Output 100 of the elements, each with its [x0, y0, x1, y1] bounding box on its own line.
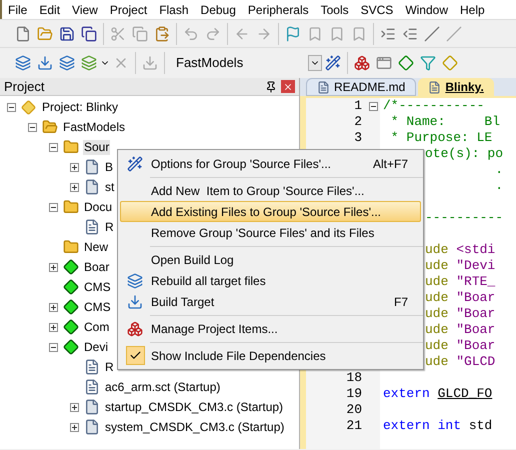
code-line: ---------- — [425, 210, 504, 226]
tree-item[interactable]: ac6_arm.sct (Startup) — [104, 380, 222, 394]
menu-item[interactable]: SVCS — [354, 0, 400, 18]
expand-toggle[interactable] — [49, 302, 58, 312]
code-line: . — [494, 178, 504, 194]
tree-item[interactable]: system_CMSDK_CM3.c (Startup) — [104, 420, 286, 434]
tree-item[interactable]: R — [104, 360, 115, 374]
folder-icon — [63, 139, 79, 155]
folder-icon — [63, 199, 79, 215]
unindent-icon[interactable] — [402, 26, 418, 42]
open-folder-icon[interactable] — [37, 26, 53, 42]
expand-toggle[interactable] — [70, 182, 79, 192]
collapse-toggle[interactable] — [49, 342, 58, 352]
save-icon[interactable] — [59, 26, 75, 42]
code-line: ote(s): po — [425, 146, 504, 162]
file-icon — [84, 419, 100, 435]
editor-tab[interactable]: Blinky. — [418, 78, 494, 96]
new-file-icon[interactable] — [15, 26, 31, 42]
file-icon — [317, 80, 330, 94]
component-icon — [63, 339, 79, 355]
editor-tab[interactable]: README.md — [306, 78, 416, 96]
code-line: ude "Devi — [425, 258, 496, 274]
code-line: * Purpose: LE — [390, 130, 492, 146]
code-line: . — [494, 162, 504, 178]
save-all-icon[interactable] — [81, 26, 97, 42]
flag-icon[interactable] — [285, 26, 301, 42]
windows-icon[interactable] — [376, 55, 392, 71]
code-line: ude "Boar — [425, 290, 496, 306]
tree-item[interactable]: CMS — [83, 280, 112, 294]
menu-item[interactable]: Options for Group 'Source Files'... Alt+F7 — [120, 153, 421, 174]
menu-item[interactable]: Flash — [153, 0, 195, 18]
folder-icon — [63, 239, 79, 255]
expand-toggle[interactable] — [70, 422, 79, 432]
menu-item[interactable]: View — [66, 0, 104, 18]
tree-item[interactable]: FastModels — [62, 120, 126, 134]
tree-item[interactable]: R — [104, 220, 115, 234]
tree-item[interactable]: CMS — [83, 300, 112, 314]
tree-item[interactable]: Docu — [83, 200, 114, 214]
line-number: 19 — [346, 386, 362, 401]
close-icon[interactable] — [281, 80, 295, 93]
code-line: /*----------- — [382, 98, 484, 114]
tree-item[interactable]: Devi — [83, 340, 110, 354]
collapse-toggle[interactable] — [49, 202, 58, 212]
tree-item[interactable]: New — [83, 240, 110, 254]
menu-item[interactable]: Edit — [33, 0, 66, 18]
tree-item[interactable]: Com — [83, 320, 110, 334]
tree-item[interactable]: Project: Blinky — [41, 100, 120, 114]
menu-item[interactable]: Add Existing Files to Group 'Source Files'... — [120, 201, 421, 222]
code-line: extern GLCD_FO — [382, 386, 492, 402]
menu-item[interactable]: Peripherals — [242, 0, 315, 18]
wand-icon[interactable] — [325, 55, 341, 71]
document-icon — [84, 359, 100, 375]
menu-item[interactable]: Manage Project Items... — [120, 318, 421, 339]
tree-item[interactable]: Sour — [83, 140, 110, 154]
blocks-icon — [127, 320, 143, 336]
paste-icon[interactable] — [154, 26, 170, 42]
line-number: 2 — [354, 114, 362, 129]
collapse-toggle[interactable] — [28, 122, 37, 132]
expand-toggle[interactable] — [49, 262, 58, 272]
menu-item[interactable]: File — [2, 0, 34, 18]
file-icon — [84, 159, 100, 175]
code-line: ude "Boar — [425, 322, 496, 338]
fold-toggle[interactable] — [368, 102, 378, 110]
expand-toggle[interactable] — [49, 322, 58, 332]
blocks-icon[interactable] — [354, 55, 370, 71]
code-line: ude <stdi — [425, 242, 496, 258]
menu-item[interactable]: Help — [454, 0, 491, 18]
code-line: ude "Boar — [425, 306, 496, 322]
menu-item[interactable]: Build Target F7 — [120, 291, 421, 312]
line-number: 18 — [346, 370, 362, 385]
tree-item[interactable]: st — [104, 180, 116, 194]
tree-item[interactable]: Boar — [83, 260, 110, 274]
line-number: 1 — [354, 98, 362, 113]
tree-item[interactable]: startup_CMSDK_CM3.c (Startup) — [104, 400, 284, 414]
menu-item[interactable]: Show Include File Dependencies — [120, 345, 421, 366]
document-icon — [84, 219, 100, 235]
menu-item[interactable]: Project — [104, 0, 154, 18]
collapse-toggle[interactable] — [49, 142, 58, 152]
expand-toggle[interactable] — [70, 162, 79, 172]
file-icon — [428, 80, 442, 94]
indent-icon[interactable] — [380, 26, 396, 42]
menu-item[interactable]: Add New Item to Group 'Source Files'... — [120, 180, 421, 201]
menu-item[interactable]: Tools — [314, 0, 355, 18]
component-icon — [63, 279, 79, 295]
component-icon — [63, 259, 79, 275]
pin-icon[interactable] — [265, 80, 277, 92]
folder-icon — [42, 119, 58, 135]
filter-icon[interactable] — [420, 55, 436, 71]
collapse-toggle[interactable] — [7, 102, 16, 112]
file-icon — [84, 179, 100, 195]
tree-item[interactable]: B — [104, 160, 114, 174]
menu-item[interactable]: Open Build Log — [120, 249, 421, 270]
target-select[interactable]: FastModels — [172, 52, 322, 74]
menu-item[interactable]: Remove Group 'Source Files' and its Files — [120, 222, 421, 243]
menu-item[interactable]: Debug — [194, 0, 242, 18]
component-icon — [63, 299, 79, 315]
menu-item[interactable]: Rebuild all target files — [120, 270, 421, 291]
expand-toggle[interactable] — [70, 402, 79, 412]
component-icon — [63, 319, 79, 335]
menu-item[interactable]: Window — [399, 0, 454, 18]
